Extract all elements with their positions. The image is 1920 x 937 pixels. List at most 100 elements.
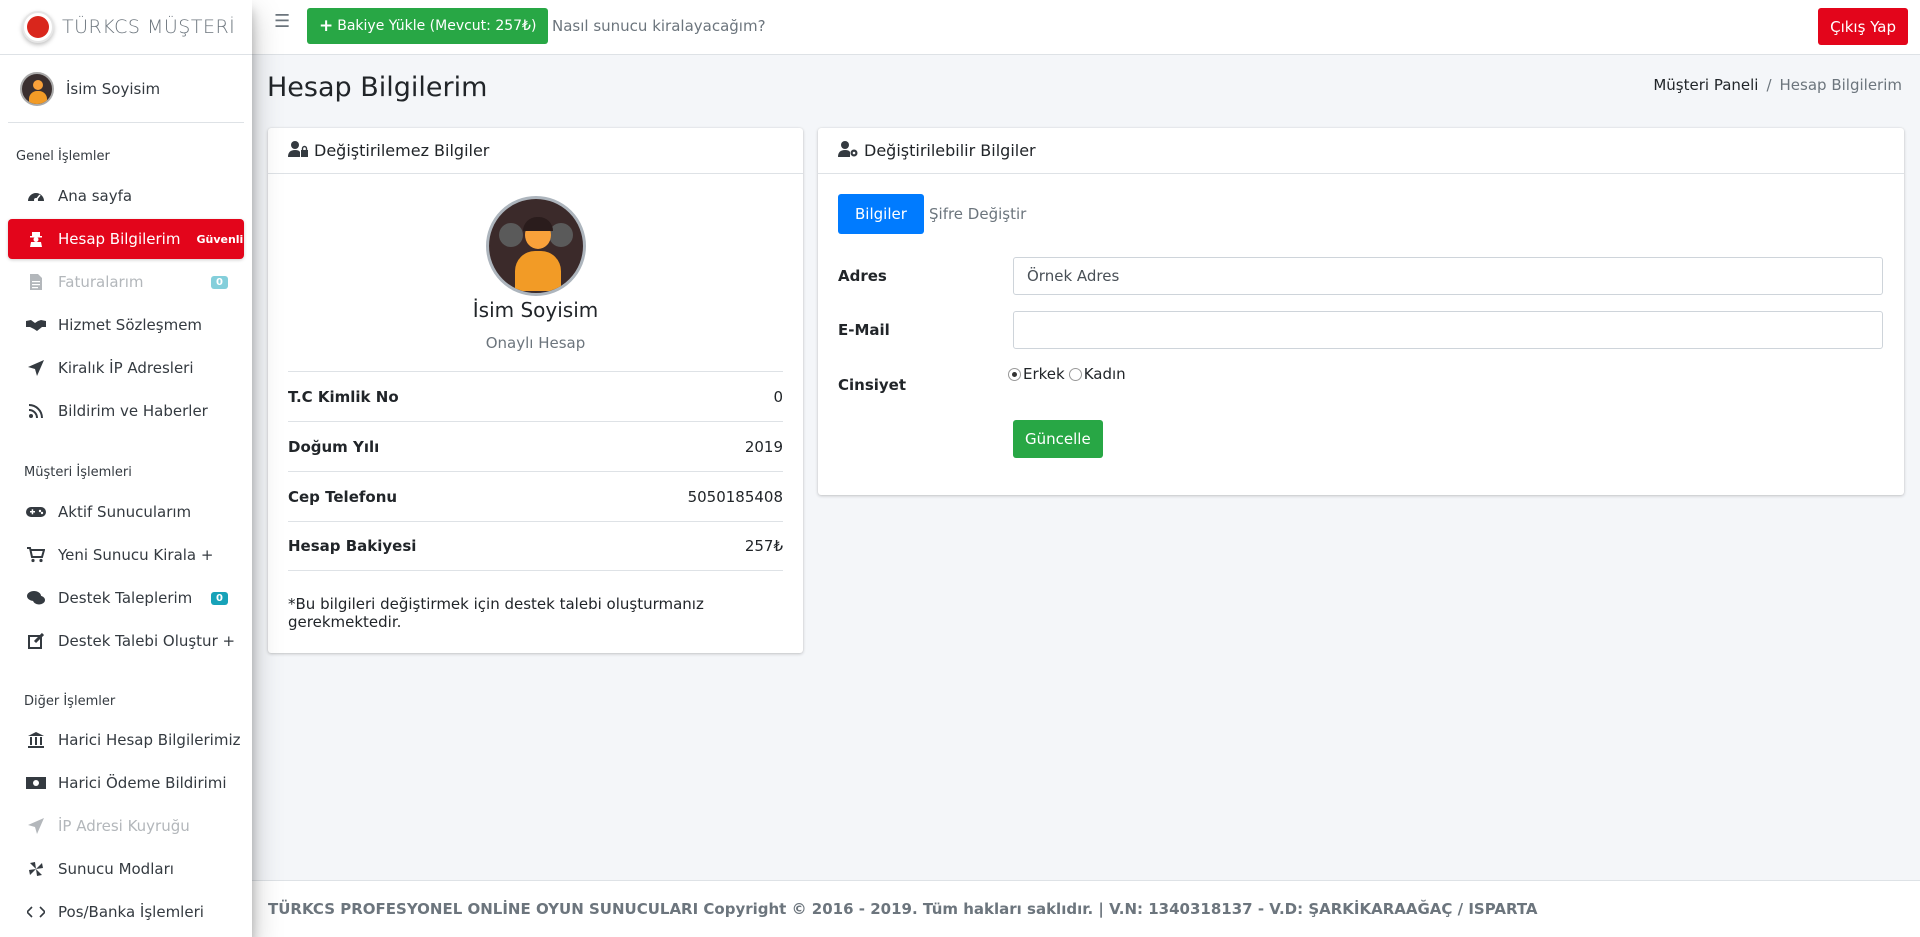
email-input[interactable] xyxy=(1013,311,1883,349)
gender-option-male: Erkek xyxy=(1023,365,1065,383)
sidebar-item-label: Aktif Sunucularım xyxy=(58,503,192,521)
sidebar-item-ip-queue[interactable]: İP Adresi Kuyruğu xyxy=(8,806,244,846)
page-title: Hesap Bilgilerim xyxy=(267,72,488,103)
gender-label: Cinsiyet xyxy=(838,376,907,394)
sidebar-item-label: Ana sayfa xyxy=(58,187,133,205)
sidebar-item-create-ticket[interactable]: Destek Talebi Oluştur + xyxy=(8,621,244,661)
sidebar-item-label: Harici Ödeme Bildirimi xyxy=(58,774,227,792)
card-header: Değiştirilebilir Bilgiler xyxy=(818,128,1904,174)
sidebar-item-label: Sunucu Modları xyxy=(58,860,174,878)
card-title: Değiştirilebilir Bilgiler xyxy=(864,141,1036,160)
plus-icon: + xyxy=(319,16,334,36)
sidebar-item-active-servers[interactable]: Aktif Sunucularım xyxy=(8,492,244,532)
sidebar-item-label: Pos/Banka İşlemleri xyxy=(58,903,204,921)
help-link[interactable]: Nasıl sunucu kiralayacağım? xyxy=(552,17,766,35)
sidebar-item-label: Destek Talebi Oluştur + xyxy=(58,632,236,650)
row-value: 2019 xyxy=(744,437,783,456)
user-panel[interactable]: İsim Soyisim xyxy=(8,55,244,123)
sidebar-item-invoices[interactable]: Faturalarım 0 xyxy=(8,262,244,302)
readonly-info-card: Değiştirilemez Bilgiler İsim Soyisim Ona… xyxy=(268,128,803,653)
ticket-count-badge: 0 xyxy=(211,591,228,605)
brand-logo xyxy=(22,11,54,43)
list-item: Cep Telefonu 5050185408 xyxy=(288,471,783,521)
brand-name: TÜRKCS MÜŞTERİ xyxy=(62,16,236,38)
sidebar-item-contract[interactable]: Hizmet Sözleşmem xyxy=(8,305,244,345)
gender-option-female: Kadın xyxy=(1083,365,1126,383)
rss-icon xyxy=(26,402,46,420)
secure-badge: Güvenli xyxy=(196,232,244,246)
sidebar-item-label: Kiralık İP Adresleri xyxy=(58,359,194,377)
cart-icon xyxy=(26,546,46,564)
sidebar-item-notifications[interactable]: Bildirim ve Haberler xyxy=(8,391,244,431)
dashboard-icon xyxy=(26,187,46,205)
sidebar-item-support-tickets[interactable]: Destek Taleplerim 0 xyxy=(8,578,244,618)
bank-icon xyxy=(26,731,46,749)
gender-radio-group: Erkek Kadın xyxy=(1008,365,1126,383)
row-value: 0 xyxy=(773,387,783,406)
tab-change-password[interactable]: Şifre Değiştir xyxy=(912,194,1043,234)
footer: TÜRKCS PROFESYONEL ONLİNE OYUN SUNUCULAR… xyxy=(252,880,1920,937)
nav-header-general: Genel İşlemler xyxy=(16,149,110,164)
breadcrumb: Müşteri Paneli / Hesap Bilgilerim xyxy=(1653,76,1902,94)
sidebar-item-label: İP Adresi Kuyruğu xyxy=(58,817,190,835)
editable-info-card: Değiştirilebilir Bilgiler Bilgiler Şifre… xyxy=(818,128,1904,495)
load-balance-label: Bakiye Yükle (Mevcut: 257₺) xyxy=(337,18,537,34)
breadcrumb-current: Hesap Bilgilerim xyxy=(1779,76,1902,94)
tab-info[interactable]: Bilgiler xyxy=(838,194,924,234)
invoice-count-badge: 0 xyxy=(211,275,228,289)
sidebar-item-bank-accounts[interactable]: Harici Hesap Bilgilerimiz xyxy=(8,720,244,760)
sidebar-item-home[interactable]: Ana sayfa xyxy=(8,176,244,216)
footer-text: TÜRKCS PROFESYONEL ONLİNE OYUN SUNUCULAR… xyxy=(268,900,1538,918)
sidebar-item-label: Yeni Sunucu Kirala + xyxy=(58,546,214,564)
list-item: Doğum Yılı 2019 xyxy=(288,421,783,471)
sidebar-item-label: Bildirim ve Haberler xyxy=(58,402,208,420)
user-lock-icon xyxy=(288,140,308,161)
sidebar-item-rent-server[interactable]: Yeni Sunucu Kirala + xyxy=(8,535,244,575)
row-value: 257₺ xyxy=(744,537,783,555)
list-item: Hesap Bakiyesi 257₺ xyxy=(288,521,783,571)
sidebar-item-label: Harici Hesap Bilgilerimiz xyxy=(58,731,241,749)
code-icon xyxy=(26,903,46,921)
avatar xyxy=(20,71,54,106)
address-label: Adres xyxy=(838,267,887,285)
email-label: E-Mail xyxy=(838,321,890,339)
logout-button[interactable]: Çıkış Yap xyxy=(1818,8,1908,45)
gender-radio-female[interactable] xyxy=(1068,367,1082,381)
invoice-icon xyxy=(26,273,46,291)
row-label: Hesap Bakiyesi xyxy=(288,537,417,555)
comments-icon xyxy=(26,589,46,607)
nav-header-customer: Müşteri İşlemleri xyxy=(24,465,132,480)
sidebar-item-pos-bank[interactable]: Pos/Banka İşlemleri xyxy=(8,892,244,932)
menu-toggle-icon[interactable]: ☰ xyxy=(274,11,290,32)
paper-plane-icon xyxy=(26,817,46,835)
sidebar-item-server-mods[interactable]: Sunucu Modları xyxy=(8,849,244,889)
sidebar-item-label: Faturalarım xyxy=(58,273,144,291)
gender-radio-male[interactable] xyxy=(1008,367,1021,381)
update-button[interactable]: Güncelle xyxy=(1013,420,1103,458)
sidebar-item-rented-ips[interactable]: Kiralık İP Adresleri xyxy=(8,348,244,388)
user-name: İsim Soyisim xyxy=(66,79,161,98)
breadcrumb-home[interactable]: Müşteri Paneli xyxy=(1653,76,1758,94)
edit-icon xyxy=(26,632,46,650)
user-cog-icon xyxy=(838,140,858,161)
sidebar-item-label: Destek Taleplerim xyxy=(58,589,193,607)
sidebar-item-account[interactable]: Hesap Bilgilerim Güvenli xyxy=(8,219,244,259)
sidebar: TÜRKCS MÜŞTERİ İsim Soyisim Genel İşleml… xyxy=(0,0,252,937)
gamepad-icon xyxy=(26,503,46,521)
brand[interactable]: TÜRKCS MÜŞTERİ xyxy=(0,0,252,55)
load-balance-button[interactable]: + Bakiye Yükle (Mevcut: 257₺) xyxy=(307,8,549,44)
card-header: Değiştirilemez Bilgiler xyxy=(268,128,803,174)
row-label: T.C Kimlik No xyxy=(288,387,399,406)
address-input[interactable] xyxy=(1013,257,1883,295)
sidebar-item-label: Hizmet Sözleşmem xyxy=(58,316,203,334)
profile-avatar xyxy=(486,196,586,296)
card-title: Değiştirilemez Bilgiler xyxy=(314,141,490,160)
row-value: 5050185408 xyxy=(687,487,783,506)
fan-icon xyxy=(26,860,46,878)
nav-header-other: Diğer İşlemler xyxy=(24,694,116,709)
money-icon xyxy=(26,774,46,792)
user-secret-icon xyxy=(26,230,46,248)
info-note: *Bu bilgileri değiştirmek için destek ta… xyxy=(288,595,704,631)
sidebar-item-payment-notice[interactable]: Harici Ödeme Bildirimi xyxy=(8,763,244,803)
profile-status: Onaylı Hesap xyxy=(485,334,586,352)
